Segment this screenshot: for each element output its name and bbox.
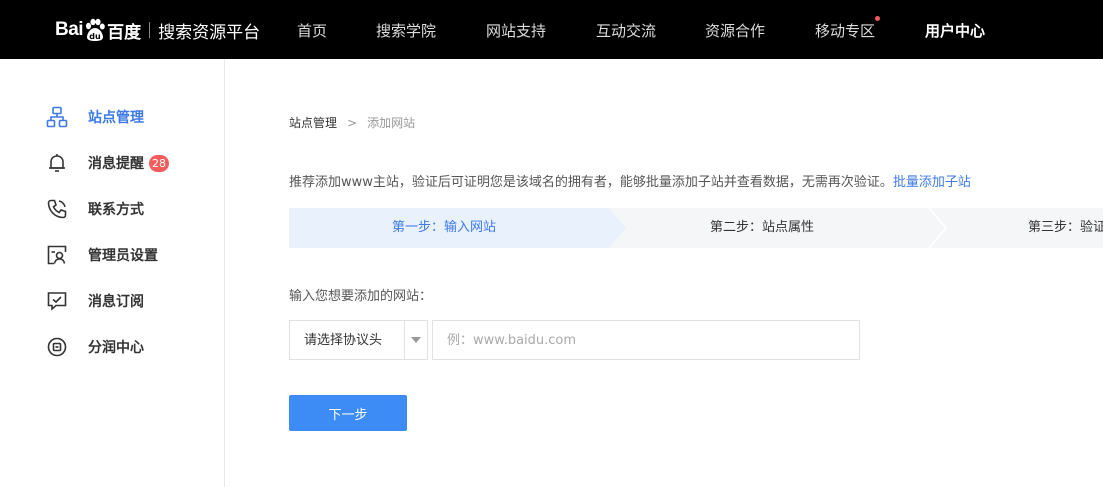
batch-add-subsite-link[interactable]: 批量添加子站 <box>893 175 971 190</box>
sidebar-item-contact[interactable]: 联系方式 <box>46 197 144 221</box>
step-2-label: 第二步：站点属性 <box>710 220 815 235</box>
admin-user-icon <box>46 244 68 266</box>
breadcrumb-current: 添加网站 <box>367 116 416 130</box>
step-1-label: 第一步：输入网站 <box>392 220 497 235</box>
sidebar: 站点管理 消息提醒 28 联系方式 管理员设置 消息订阅 分润中心 <box>0 59 225 487</box>
nav-site-support[interactable]: 网站支持 <box>486 0 546 59</box>
sidebar-item-notifications[interactable]: 消息提醒 28 <box>46 151 169 175</box>
logo-brand-latin: Bai <box>55 19 84 40</box>
nav-mobile-zone-label: 移动专区 <box>815 22 876 40</box>
sidebar-item-admin-settings[interactable]: 管理员设置 <box>46 243 158 267</box>
website-field-label: 输入您想要添加的网站： <box>289 289 433 304</box>
sidebar-item-label: 分润中心 <box>88 340 144 356</box>
select-divider <box>404 321 405 359</box>
sidebar-item-label: 消息订阅 <box>88 294 144 310</box>
sidebar-item-label: 消息提醒 <box>88 156 144 172</box>
step-divider-arrow <box>928 208 948 248</box>
sidebar-item-site-management[interactable]: 站点管理 <box>46 105 144 129</box>
sidebar-item-label: 管理员设置 <box>88 248 158 264</box>
sitemap-icon <box>46 106 68 128</box>
revenue-icon <box>46 336 68 358</box>
steps-progress: 第一步：输入网站 第二步：站点属性 第三步：验证网站 <box>289 208 1103 248</box>
svg-text:du: du <box>89 32 101 41</box>
notification-dot <box>875 16 881 21</box>
sidebar-item-revenue-center[interactable]: 分润中心 <box>46 335 144 359</box>
subscribe-icon <box>46 290 68 312</box>
logo-divider <box>149 22 151 38</box>
logo-platform-title: 搜索资源平台 <box>158 22 261 43</box>
nav-community[interactable]: 互动交流 <box>596 0 656 59</box>
baidu-paw-icon: du <box>85 18 105 41</box>
phone-icon <box>46 198 68 220</box>
intro-description: 推荐添加www主站，验证后可证明您是该域名的拥有者，能够批量添加子站并查看数据，… <box>289 175 893 190</box>
nav-mobile-zone[interactable]: 移动专区 <box>815 0 881 59</box>
intro-text: 推荐添加www主站，验证后可证明您是该域名的拥有者，能够批量添加子站并查看数据，… <box>289 171 971 190</box>
nav-cooperation[interactable]: 资源合作 <box>705 0 765 59</box>
nav-academy[interactable]: 搜索学院 <box>376 0 436 59</box>
protocol-select[interactable]: 请选择协议头 <box>289 320 428 360</box>
bell-icon <box>46 152 68 174</box>
breadcrumb-parent[interactable]: 站点管理 <box>289 114 337 131</box>
nav-home[interactable]: 首页 <box>297 0 327 59</box>
chevron-right-icon: > <box>347 115 358 130</box>
top-nav-bar: Bai du 百度 搜索资源平台 首页 搜索学院 网站支持 互动交流 资源合作 … <box>0 0 1103 59</box>
sidebar-item-label: 联系方式 <box>88 202 144 218</box>
unread-count-badge: 28 <box>149 154 169 172</box>
caret-down-icon <box>411 337 421 343</box>
step-3-label: 第三步：验证网站 <box>1028 220 1103 235</box>
breadcrumb: 站点管理 > 添加网站 <box>289 114 415 131</box>
next-step-button[interactable]: 下一步 <box>289 395 407 431</box>
sidebar-item-label: 站点管理 <box>88 110 144 126</box>
logo-brand-cn: 百度 <box>107 22 142 43</box>
protocol-select-value: 请选择协议头 <box>304 333 383 348</box>
sidebar-item-subscriptions[interactable]: 消息订阅 <box>46 289 144 313</box>
website-url-input[interactable] <box>432 320 860 360</box>
baidu-logo[interactable]: Bai du 百度 搜索资源平台 <box>55 13 260 47</box>
nav-user-center[interactable]: 用户中心 <box>925 0 985 59</box>
